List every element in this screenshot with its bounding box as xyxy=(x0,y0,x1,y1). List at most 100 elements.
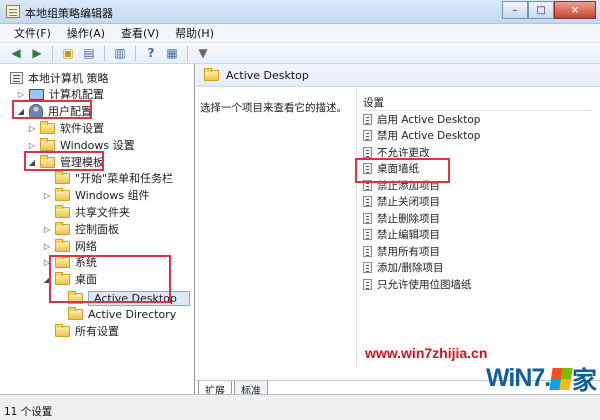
tree-item-windows-settings[interactable]: ▷ Windows 设置 xyxy=(27,137,135,153)
setting-label: 禁止添加项目 xyxy=(377,179,440,192)
setting-row[interactable]: 禁止删除项目 xyxy=(363,210,593,227)
tab-standard[interactable]: 标准 xyxy=(234,381,268,394)
settings-column-header[interactable]: 设置 xyxy=(363,95,593,111)
toolbar-separator xyxy=(187,45,188,61)
folder-icon xyxy=(68,290,83,304)
tree-item-all-settings[interactable]: 所有设置 xyxy=(42,323,119,339)
policy-setting-icon xyxy=(363,146,372,158)
folder-icon xyxy=(55,271,70,285)
folder-icon xyxy=(55,323,70,337)
tree-item-windows-components[interactable]: ▷ Windows 组件 xyxy=(42,187,150,203)
expand-arrow-icon[interactable]: ▷ xyxy=(42,191,52,200)
tree-item-system[interactable]: ▷ 系统 xyxy=(42,254,97,270)
up-folder-icon[interactable]: ▣ xyxy=(59,45,77,61)
tree-item-desktop[interactable]: ◢ 桌面 xyxy=(42,271,97,287)
description-text: 选择一个项目来查看它的描述。 xyxy=(200,102,347,114)
setting-row[interactable]: 禁止添加项目 xyxy=(363,177,593,194)
show-hide-tree-icon[interactable]: ▤ xyxy=(80,45,98,61)
folder-icon xyxy=(55,170,70,184)
setting-row[interactable]: 不允许更改 xyxy=(363,144,593,161)
tree-item-software-settings[interactable]: ▷ 软件设置 xyxy=(27,120,104,136)
setting-label: 禁用所有项目 xyxy=(377,245,440,258)
tree-item-shared-folders[interactable]: 共享文件夹 xyxy=(42,204,130,220)
tree-item-start-menu-taskbar[interactable]: "开始"菜单和任务栏 xyxy=(42,170,173,186)
collapse-arrow-icon[interactable]: ◢ xyxy=(27,158,37,167)
settings-list: 设置 启用 Active Desktop 禁用 Active Desktop 不… xyxy=(363,95,593,293)
policy-setting-icon xyxy=(363,212,372,224)
setting-row[interactable]: 添加/删除项目 xyxy=(363,260,593,277)
tree-item-active-desktop[interactable]: Active Desktop xyxy=(55,290,190,306)
folder-icon xyxy=(55,204,70,218)
tree-item-control-panel[interactable]: ▷ 控制面板 xyxy=(42,221,119,237)
expand-arrow-icon[interactable]: ▷ xyxy=(42,225,52,234)
logo-text-right: 家 xyxy=(571,366,597,395)
expand-arrow-icon[interactable]: ▷ xyxy=(42,258,52,267)
tree-item-active-directory[interactable]: Active Directory xyxy=(55,306,176,322)
expand-arrow-icon[interactable]: ▷ xyxy=(16,90,26,99)
window-title: 本地组策略编辑器 xyxy=(25,7,113,20)
folder-icon xyxy=(55,238,70,252)
export-icon[interactable]: ▥ xyxy=(111,45,129,61)
tree-label: Windows 组件 xyxy=(75,189,150,202)
close-button[interactable]: × xyxy=(554,1,596,19)
tree-item-user-config[interactable]: ◢ 用户配置 xyxy=(16,103,92,119)
setting-row[interactable]: 禁止关闭项目 xyxy=(363,194,593,211)
policy-setting-icon xyxy=(363,163,372,175)
tree-item-admin-templates[interactable]: ◢ 管理模板 xyxy=(27,154,104,170)
setting-row[interactable]: 禁用所有项目 xyxy=(363,243,593,260)
minimize-button[interactable]: – xyxy=(502,1,528,19)
setting-label: 桌面墙纸 xyxy=(377,163,419,176)
status-text: 11 个设置 xyxy=(4,406,53,418)
tree-label: "开始"菜单和任务栏 xyxy=(75,172,174,185)
menu-help[interactable]: 帮助(H) xyxy=(167,25,222,41)
back-icon[interactable]: ◀ xyxy=(7,45,25,61)
tree-label: Active Desktop xyxy=(88,290,190,306)
policy-setting-icon xyxy=(363,278,372,290)
watermark-url: www.win7zhijia.cn xyxy=(365,345,488,361)
collapse-arrow-icon[interactable]: ◢ xyxy=(16,107,26,116)
forward-icon[interactable]: ▶ xyxy=(28,45,46,61)
folder-icon xyxy=(40,120,55,134)
policy-setting-icon xyxy=(363,262,372,274)
computer-icon xyxy=(29,88,44,100)
expand-arrow-icon[interactable]: ▷ xyxy=(27,124,37,133)
tree-item-computer-config[interactable]: ▷ 计算机配置 xyxy=(16,86,104,102)
setting-label: 不允许更改 xyxy=(377,146,430,159)
policy-setting-icon xyxy=(363,179,372,191)
maximize-button[interactable]: □ xyxy=(528,1,554,19)
tree-label: Windows 设置 xyxy=(60,139,135,152)
expand-arrow-icon[interactable]: ▷ xyxy=(27,141,37,150)
setting-row[interactable]: 只允许使用位图墙纸 xyxy=(363,276,593,293)
setting-row[interactable]: 禁止编辑项目 xyxy=(363,227,593,244)
tree-label: 共享文件夹 xyxy=(75,206,130,219)
tree-item-network[interactable]: ▷ 网络 xyxy=(42,238,97,254)
setting-row[interactable]: 禁用 Active Desktop xyxy=(363,128,593,145)
policy-setting-icon xyxy=(363,113,372,125)
menu-action[interactable]: 操作(A) xyxy=(59,25,113,41)
help-icon[interactable]: ? xyxy=(142,45,160,61)
policy-setting-icon xyxy=(363,130,372,142)
collapse-arrow-icon[interactable]: ◢ xyxy=(42,275,52,284)
tree-item-local-policy[interactable]: 本地计算机 策略 xyxy=(8,70,109,86)
tree-label: Active Directory xyxy=(88,307,177,321)
navigation-tree[interactable]: 本地计算机 策略 ▷ 计算机配置 ◢ 用户配置 ▷ 软件设置 ▷ Windows… xyxy=(0,64,195,394)
tree-label: 本地计算机 策略 xyxy=(28,72,109,85)
tree-label: 用户配置 xyxy=(48,105,92,118)
properties-icon[interactable]: ▦ xyxy=(163,45,181,61)
expand-arrow-icon[interactable]: ▷ xyxy=(42,242,52,251)
setting-row[interactable]: 启用 Active Desktop xyxy=(363,111,593,128)
toolbar-separator xyxy=(52,45,53,61)
folder-icon xyxy=(55,254,70,268)
window-controls: – □ × xyxy=(502,1,596,19)
setting-label: 启用 Active Desktop xyxy=(377,113,481,126)
tab-extended[interactable]: 扩展 xyxy=(198,381,232,394)
pane-divider xyxy=(356,88,357,368)
setting-row-desktop-wallpaper[interactable]: 桌面墙纸 xyxy=(363,161,593,178)
menu-file[interactable]: 文件(F) xyxy=(6,25,59,41)
folder-icon xyxy=(55,221,70,235)
setting-label: 禁止删除项目 xyxy=(377,212,440,225)
filter-icon[interactable]: ▼ xyxy=(194,45,212,61)
menu-view[interactable]: 查看(V) xyxy=(113,25,167,41)
windows-flag-icon xyxy=(549,367,573,390)
toolbar: ◀ ▶ ▣ ▤ ▥ ? ▦ ▼ xyxy=(0,43,600,64)
